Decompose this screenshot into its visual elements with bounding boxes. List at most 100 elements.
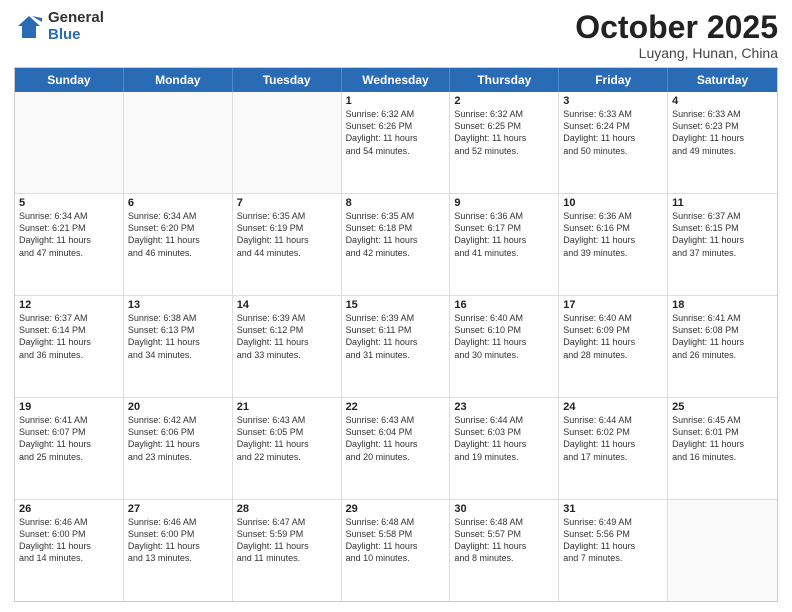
calendar-day-8: 8Sunrise: 6:35 AM Sunset: 6:18 PM Daylig…: [342, 194, 451, 295]
page: General Blue October 2025 Luyang, Hunan,…: [0, 0, 792, 612]
calendar-day-25: 25Sunrise: 6:45 AM Sunset: 6:01 PM Dayli…: [668, 398, 777, 499]
calendar-day-17: 17Sunrise: 6:40 AM Sunset: 6:09 PM Dayli…: [559, 296, 668, 397]
logo-text: General Blue: [48, 10, 104, 43]
calendar-location: Luyang, Hunan, China: [575, 45, 778, 61]
logo-icon: [14, 12, 44, 42]
calendar-day-11: 11Sunrise: 6:37 AM Sunset: 6:15 PM Dayli…: [668, 194, 777, 295]
calendar-header-row: SundayMondayTuesdayWednesdayThursdayFrid…: [15, 68, 777, 92]
day-number: 21: [237, 401, 337, 413]
calendar-day-10: 10Sunrise: 6:36 AM Sunset: 6:16 PM Dayli…: [559, 194, 668, 295]
header: General Blue October 2025 Luyang, Hunan,…: [14, 10, 778, 61]
day-number: 20: [128, 401, 228, 413]
day-number: 1: [346, 95, 446, 107]
day-number: 17: [563, 299, 663, 311]
header-day-wednesday: Wednesday: [342, 68, 451, 92]
day-number: 25: [672, 401, 773, 413]
calendar-empty-cell: [15, 92, 124, 193]
calendar-body: 1Sunrise: 6:32 AM Sunset: 6:26 PM Daylig…: [15, 92, 777, 601]
calendar-day-15: 15Sunrise: 6:39 AM Sunset: 6:11 PM Dayli…: [342, 296, 451, 397]
day-number: 22: [346, 401, 446, 413]
calendar-empty-cell: [233, 92, 342, 193]
day-info: Sunrise: 6:45 AM Sunset: 6:01 PM Dayligh…: [672, 414, 773, 463]
calendar-day-24: 24Sunrise: 6:44 AM Sunset: 6:02 PM Dayli…: [559, 398, 668, 499]
calendar-day-26: 26Sunrise: 6:46 AM Sunset: 6:00 PM Dayli…: [15, 500, 124, 601]
calendar-day-7: 7Sunrise: 6:35 AM Sunset: 6:19 PM Daylig…: [233, 194, 342, 295]
day-info: Sunrise: 6:33 AM Sunset: 6:23 PM Dayligh…: [672, 108, 773, 157]
day-info: Sunrise: 6:47 AM Sunset: 5:59 PM Dayligh…: [237, 516, 337, 565]
day-number: 11: [672, 197, 773, 209]
calendar-day-13: 13Sunrise: 6:38 AM Sunset: 6:13 PM Dayli…: [124, 296, 233, 397]
calendar-week-4: 19Sunrise: 6:41 AM Sunset: 6:07 PM Dayli…: [15, 398, 777, 500]
day-number: 12: [19, 299, 119, 311]
header-day-thursday: Thursday: [450, 68, 559, 92]
day-number: 13: [128, 299, 228, 311]
day-info: Sunrise: 6:44 AM Sunset: 6:02 PM Dayligh…: [563, 414, 663, 463]
day-number: 16: [454, 299, 554, 311]
day-number: 15: [346, 299, 446, 311]
calendar-day-22: 22Sunrise: 6:43 AM Sunset: 6:04 PM Dayli…: [342, 398, 451, 499]
day-number: 9: [454, 197, 554, 209]
calendar-week-3: 12Sunrise: 6:37 AM Sunset: 6:14 PM Dayli…: [15, 296, 777, 398]
day-info: Sunrise: 6:43 AM Sunset: 6:04 PM Dayligh…: [346, 414, 446, 463]
day-number: 2: [454, 95, 554, 107]
day-number: 3: [563, 95, 663, 107]
day-info: Sunrise: 6:46 AM Sunset: 6:00 PM Dayligh…: [128, 516, 228, 565]
calendar-day-5: 5Sunrise: 6:34 AM Sunset: 6:21 PM Daylig…: [15, 194, 124, 295]
calendar-week-1: 1Sunrise: 6:32 AM Sunset: 6:26 PM Daylig…: [15, 92, 777, 194]
header-day-sunday: Sunday: [15, 68, 124, 92]
day-info: Sunrise: 6:37 AM Sunset: 6:14 PM Dayligh…: [19, 312, 119, 361]
calendar-week-5: 26Sunrise: 6:46 AM Sunset: 6:00 PM Dayli…: [15, 500, 777, 601]
day-number: 4: [672, 95, 773, 107]
calendar-day-27: 27Sunrise: 6:46 AM Sunset: 6:00 PM Dayli…: [124, 500, 233, 601]
calendar-week-2: 5Sunrise: 6:34 AM Sunset: 6:21 PM Daylig…: [15, 194, 777, 296]
calendar-day-2: 2Sunrise: 6:32 AM Sunset: 6:25 PM Daylig…: [450, 92, 559, 193]
day-info: Sunrise: 6:34 AM Sunset: 6:20 PM Dayligh…: [128, 210, 228, 259]
header-day-monday: Monday: [124, 68, 233, 92]
day-info: Sunrise: 6:41 AM Sunset: 6:07 PM Dayligh…: [19, 414, 119, 463]
calendar-day-19: 19Sunrise: 6:41 AM Sunset: 6:07 PM Dayli…: [15, 398, 124, 499]
calendar-day-16: 16Sunrise: 6:40 AM Sunset: 6:10 PM Dayli…: [450, 296, 559, 397]
header-day-saturday: Saturday: [668, 68, 777, 92]
calendar-day-4: 4Sunrise: 6:33 AM Sunset: 6:23 PM Daylig…: [668, 92, 777, 193]
day-info: Sunrise: 6:44 AM Sunset: 6:03 PM Dayligh…: [454, 414, 554, 463]
day-info: Sunrise: 6:40 AM Sunset: 6:09 PM Dayligh…: [563, 312, 663, 361]
day-number: 27: [128, 503, 228, 515]
day-info: Sunrise: 6:36 AM Sunset: 6:17 PM Dayligh…: [454, 210, 554, 259]
day-number: 14: [237, 299, 337, 311]
calendar-day-23: 23Sunrise: 6:44 AM Sunset: 6:03 PM Dayli…: [450, 398, 559, 499]
day-info: Sunrise: 6:35 AM Sunset: 6:19 PM Dayligh…: [237, 210, 337, 259]
calendar-day-9: 9Sunrise: 6:36 AM Sunset: 6:17 PM Daylig…: [450, 194, 559, 295]
calendar-day-30: 30Sunrise: 6:48 AM Sunset: 5:57 PM Dayli…: [450, 500, 559, 601]
logo-general-text: General: [48, 10, 104, 27]
day-info: Sunrise: 6:35 AM Sunset: 6:18 PM Dayligh…: [346, 210, 446, 259]
day-info: Sunrise: 6:37 AM Sunset: 6:15 PM Dayligh…: [672, 210, 773, 259]
day-number: 5: [19, 197, 119, 209]
day-info: Sunrise: 6:46 AM Sunset: 6:00 PM Dayligh…: [19, 516, 119, 565]
day-number: 23: [454, 401, 554, 413]
logo-blue-text: Blue: [48, 27, 104, 44]
day-number: 7: [237, 197, 337, 209]
day-info: Sunrise: 6:34 AM Sunset: 6:21 PM Dayligh…: [19, 210, 119, 259]
title-block: October 2025 Luyang, Hunan, China: [575, 10, 778, 61]
calendar-day-6: 6Sunrise: 6:34 AM Sunset: 6:20 PM Daylig…: [124, 194, 233, 295]
day-number: 18: [672, 299, 773, 311]
day-number: 29: [346, 503, 446, 515]
calendar-day-12: 12Sunrise: 6:37 AM Sunset: 6:14 PM Dayli…: [15, 296, 124, 397]
day-info: Sunrise: 6:32 AM Sunset: 6:25 PM Dayligh…: [454, 108, 554, 157]
header-day-tuesday: Tuesday: [233, 68, 342, 92]
day-info: Sunrise: 6:42 AM Sunset: 6:06 PM Dayligh…: [128, 414, 228, 463]
day-info: Sunrise: 6:32 AM Sunset: 6:26 PM Dayligh…: [346, 108, 446, 157]
day-number: 24: [563, 401, 663, 413]
day-info: Sunrise: 6:38 AM Sunset: 6:13 PM Dayligh…: [128, 312, 228, 361]
day-number: 26: [19, 503, 119, 515]
calendar-empty-cell: [668, 500, 777, 601]
day-number: 10: [563, 197, 663, 209]
calendar-day-28: 28Sunrise: 6:47 AM Sunset: 5:59 PM Dayli…: [233, 500, 342, 601]
day-number: 8: [346, 197, 446, 209]
day-info: Sunrise: 6:49 AM Sunset: 5:56 PM Dayligh…: [563, 516, 663, 565]
day-info: Sunrise: 6:33 AM Sunset: 6:24 PM Dayligh…: [563, 108, 663, 157]
calendar-day-1: 1Sunrise: 6:32 AM Sunset: 6:26 PM Daylig…: [342, 92, 451, 193]
day-info: Sunrise: 6:41 AM Sunset: 6:08 PM Dayligh…: [672, 312, 773, 361]
calendar-day-14: 14Sunrise: 6:39 AM Sunset: 6:12 PM Dayli…: [233, 296, 342, 397]
calendar: SundayMondayTuesdayWednesdayThursdayFrid…: [14, 67, 778, 602]
